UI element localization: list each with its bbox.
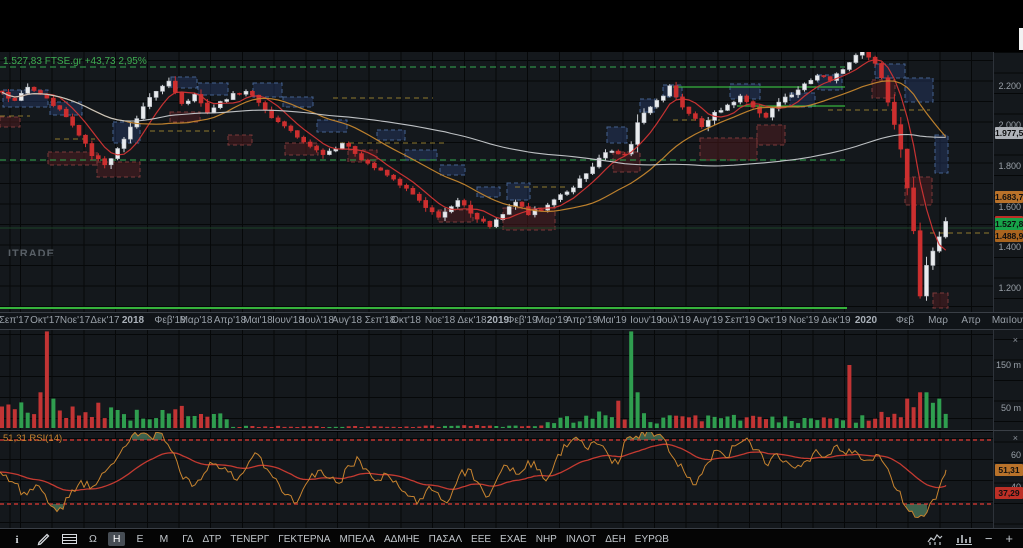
time-axis[interactable]: Σεπ'17 Οκτ'17 Νοε'17 Δεκ'17 2018 Φεβ'18 Μαρ'18…: [0, 312, 1023, 330]
ticker-button-ΕΧΑΕ[interactable]: ΕΧΑΕ: [500, 534, 527, 545]
time-axis-label: Οκτ'19: [757, 315, 787, 326]
rsi-signal-line: [0, 443, 947, 492]
ticker-button-ΕΥΡΩΒ[interactable]: ΕΥΡΩΒ: [635, 534, 669, 545]
pivot-level-segments: [0, 97, 993, 234]
scrollbar-sliver[interactable]: [1019, 28, 1023, 50]
ticker-button-ΜΠΕΛΑ[interactable]: ΜΠΕΛΑ: [339, 534, 375, 545]
rsi-axis-label: 60: [1010, 450, 1021, 460]
ticker-button-ΙΝΛΟΤ[interactable]: ΙΝΛΟΤ: [566, 534, 596, 545]
time-axis-label: Φεβ'19: [506, 315, 538, 326]
price-axis-column[interactable]: 2.200 2.000 1.800 1.600 1.400 1.200 1.977,5 1.6…: [993, 52, 1023, 528]
timeframe-button-Η[interactable]: Η: [107, 532, 126, 546]
ticker-button-ΔΤΡ[interactable]: ΔΤΡ: [203, 534, 222, 545]
time-axis-label: Σεπ'17: [0, 315, 30, 326]
volume-pane-close-button[interactable]: ×: [1013, 335, 1018, 345]
time-axis-label: Φεβ: [895, 315, 915, 326]
price-axis-label: 1.600: [998, 202, 1021, 212]
volume-axis-label: 50 m: [1000, 403, 1021, 413]
watchlist-icon[interactable]: [60, 532, 78, 546]
price-badge-orange2: 1.488,9: [995, 230, 1023, 242]
time-axis-label: Νοε'19: [788, 315, 820, 326]
price-axis-label: 1.400: [998, 242, 1021, 252]
rsi-line: [0, 432, 947, 519]
time-axis-label: Απρ: [961, 315, 981, 326]
symbol-legend: 1.527,83 FTSE.gr +43,73 2,95%: [3, 56, 147, 67]
timeframe-button-Ε[interactable]: Ε: [131, 532, 148, 546]
svg-text:i: i: [15, 534, 18, 545]
time-axis-label: Μαι: [991, 315, 1009, 326]
time-axis-label: 2018: [121, 315, 145, 326]
rsi-badge-orange: 51,31: [995, 464, 1023, 476]
bottom-toolbar: i ΩΗΕΜ ΓΔ ΔΤΡ ΤΕΝΕΡΓ ΓΕΚΤΕΡΝΑ ΜΠΕΛΑ ΑΔΜΗΕ ΠΑΣΑ…: [0, 530, 1023, 548]
price-badge-green: 1.527,83: [995, 218, 1023, 230]
zoom-out-button[interactable]: −: [985, 532, 993, 546]
price-axis-label: 1.800: [998, 161, 1021, 171]
pane-separator-bottom: [0, 528, 1023, 529]
ticker-button-ΠΑΣΑΛ[interactable]: ΠΑΣΑΛ: [429, 534, 462, 545]
info-icon[interactable]: i: [8, 532, 26, 546]
ticker-button-ΑΔΜΗΕ[interactable]: ΑΔΜΗΕ: [384, 534, 420, 545]
time-axis-label: Οκτ'17: [30, 315, 60, 326]
zoom-in-button[interactable]: +: [1005, 532, 1013, 546]
pane-separator[interactable]: [0, 430, 1023, 431]
time-axis-label: Ιουλ'19: [659, 315, 691, 326]
time-axis-label: Ιουν'19: [630, 315, 662, 326]
price-axis-label: 1.200: [998, 283, 1021, 293]
time-axis-label: Οκτ'18: [391, 315, 421, 326]
supply-demand-zones: [0, 63, 949, 309]
price-badge-gray: 1.977,5: [995, 127, 1023, 139]
pencil-icon[interactable]: [34, 532, 52, 546]
rsi-pane-close-button[interactable]: ×: [1013, 433, 1018, 443]
time-axis-label: Μαι'18: [243, 315, 273, 326]
volume-chart-svg: [0, 331, 948, 428]
time-axis-label: 2020: [854, 315, 878, 326]
ticker-button-ΓΕΚΤΕΡΝΑ[interactable]: ΓΕΚΤΕΡΝΑ: [278, 534, 330, 545]
price-badge-orange: 1.683,7: [995, 191, 1023, 203]
volume-axis-label: 150 m: [995, 360, 1021, 370]
rsi-indicator-label: 51,31 RSI(14): [3, 433, 63, 444]
main-chart-pane[interactable]: [0, 52, 993, 312]
time-axis-label: Μαρ: [928, 315, 948, 326]
time-axis-label: Αυγ'18: [331, 315, 363, 326]
rsi-chart-svg: [0, 432, 993, 519]
candlestick-chart-svg: [0, 52, 993, 309]
ticker-button-ΕΕΕ[interactable]: ΕΕΕ: [471, 534, 491, 545]
time-axis-label: Νοε'17: [59, 315, 91, 326]
rsi-pane[interactable]: [0, 432, 993, 528]
chart-style-icon[interactable]: [927, 533, 943, 545]
candles: [0, 52, 949, 301]
time-axis-label: Ιουν'18: [272, 315, 304, 326]
time-axis-label: Νοε'18: [424, 315, 456, 326]
watermark-text: ITRADE: [8, 248, 55, 256]
trading-app-window: 1.527,83 FTSE.gr +43,73 2,95% ITRADE Σεπ…: [0, 0, 1023, 548]
volume-pane[interactable]: [0, 328, 993, 430]
time-axis-label: Μαρ'18: [179, 315, 213, 326]
top-black-strip: [0, 0, 1023, 52]
time-axis-label: Δεκ'19: [821, 315, 851, 326]
timeframe-button-Ω[interactable]: Ω: [84, 532, 102, 546]
time-axis-label: Αυγ'19: [692, 315, 724, 326]
time-axis-label: Δεκ'17: [90, 315, 120, 326]
time-axis-label: Απρ'19: [565, 315, 599, 326]
time-axis-label: Μαρ'19: [535, 315, 569, 326]
ticker-button-ΓΔ[interactable]: ΓΔ: [182, 534, 193, 545]
rsi-bands-fill: [51, 432, 927, 518]
time-axis-label: Σεπ'19: [724, 315, 756, 326]
rsi-badge-red: 37,29: [995, 487, 1023, 499]
time-axis-label: Απρ'18: [213, 315, 247, 326]
time-axis-label: Δεκ'18: [457, 315, 487, 326]
ticker-button-ΔΕΗ[interactable]: ΔΕΗ: [605, 534, 626, 545]
volume-bars: [0, 331, 948, 428]
time-axis-label: Ιουν: [1008, 315, 1023, 326]
ticker-button-ΝΗΡ[interactable]: ΝΗΡ: [536, 534, 557, 545]
time-axis-label: Μαι'19: [597, 315, 627, 326]
time-axis-label: Ιουλ'18: [302, 315, 334, 326]
volume-toggle-icon[interactable]: [955, 533, 972, 545]
timeframe-button-Μ[interactable]: Μ: [154, 532, 173, 546]
ticker-button-ΤΕΝΕΡΓ[interactable]: ΤΕΝΕΡΓ: [230, 534, 269, 545]
price-axis-label: 2.200: [998, 81, 1021, 91]
